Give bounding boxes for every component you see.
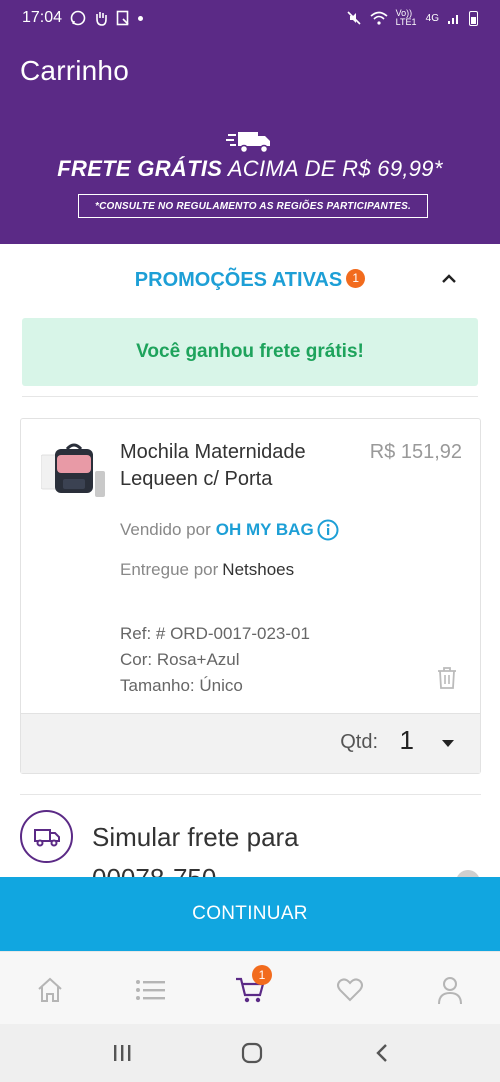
product-size: Tamanho: Único xyxy=(120,676,243,695)
hand-icon xyxy=(96,12,107,26)
divider xyxy=(20,794,481,795)
divider xyxy=(22,396,478,397)
banner-headline-rest: ACIMA DE R$ 69,99* xyxy=(227,156,443,181)
status-time: 17:04 xyxy=(22,9,63,26)
notification-dot xyxy=(138,15,144,21)
simulate-shipping-label[interactable]: Simular frete para xyxy=(92,822,299,853)
recent-apps-icon xyxy=(114,1045,131,1061)
delivered-by-name: Netshoes xyxy=(222,560,295,579)
system-navigation-bar xyxy=(0,1024,500,1082)
network-type: 4G xyxy=(425,12,439,24)
sold-by: Vendido por OH MY BAG xyxy=(120,519,339,541)
info-icon[interactable] xyxy=(317,519,339,541)
product-color: Cor: Rosa+Azul xyxy=(120,650,240,669)
dropdown-arrow-icon[interactable] xyxy=(442,740,454,747)
product-price: R$ 151,92 xyxy=(369,441,462,463)
profile-icon xyxy=(438,977,462,1005)
banner-headline: FRETE GRÁTIS ACIMA DE R$ 69,99* xyxy=(0,156,500,182)
free-shipping-banner[interactable]: FRETE GRÁTIS ACIMA DE R$ 69,99* *CONSULT… xyxy=(0,106,500,244)
cart-item-card: Mochila Maternidade Lequeen c/ Porta R$ … xyxy=(20,418,481,774)
active-promotions-label: PROMOÇÕES ATIVAS xyxy=(134,268,343,291)
product-details: Ref: # ORD-0017-023-01 Cor: Rosa+Azul Ta… xyxy=(120,621,310,699)
nav-profile[interactable] xyxy=(434,974,466,1006)
truck-icon xyxy=(33,828,60,846)
chevron-up-icon[interactable] xyxy=(440,270,458,288)
whatsapp-icon xyxy=(70,10,86,26)
banner-note: *CONSULTE NO REGULAMENTO AS REGIÕES PART… xyxy=(78,194,428,218)
active-promotions-header[interactable]: PROMOÇÕES ATIVAS 1 xyxy=(0,258,500,302)
product-image[interactable] xyxy=(41,441,107,503)
shipping-zip[interactable]: 00078-750 xyxy=(92,860,216,877)
continue-button[interactable]: CONTINUAR xyxy=(0,877,500,951)
page-title: Carrinho xyxy=(20,55,129,86)
nav-cart[interactable]: 1 xyxy=(234,965,272,1006)
free-shipping-message: Você ganhou frete grátis! xyxy=(22,318,478,386)
quantity-label: Qtd: xyxy=(340,731,378,753)
delivered-by-label: Entregue por xyxy=(120,560,219,579)
product-ref: Ref: # ORD-0017-023-01 xyxy=(120,624,310,643)
bottom-navigation: 1 xyxy=(0,951,500,1024)
battery-icon xyxy=(469,10,478,26)
sold-by-label: Vendido por xyxy=(120,520,211,539)
shipping-truck-icon-circle xyxy=(20,810,73,863)
quantity-value[interactable]: 1 xyxy=(400,725,414,756)
signal-icon xyxy=(448,15,458,24)
nav-categories[interactable] xyxy=(134,974,166,1006)
nav-home[interactable] xyxy=(34,974,66,1006)
seller-link[interactable]: OH MY BAG xyxy=(216,520,314,540)
promotions-count-badge: 1 xyxy=(346,268,366,288)
list-icon xyxy=(136,980,165,1000)
quantity-selector[interactable]: Qtd: 1 xyxy=(21,713,480,773)
banner-headline-bold: FRETE GRÁTIS xyxy=(57,156,223,181)
heart-icon xyxy=(337,978,363,1002)
home-circle-icon xyxy=(241,1042,263,1064)
screenshot-icon xyxy=(116,10,129,26)
truck-icon xyxy=(226,132,270,154)
network-label: Vo)) LTE1 xyxy=(395,8,417,27)
back-button[interactable] xyxy=(368,1040,396,1066)
status-bar: 17:04 Vo)) LTE1 4G xyxy=(0,0,500,36)
home-button[interactable] xyxy=(238,1040,266,1066)
delivered-by: Entregue por Netshoes xyxy=(120,560,294,580)
nav-favorites[interactable] xyxy=(334,974,366,1006)
back-icon xyxy=(376,1044,387,1062)
app-bar: Carrinho xyxy=(0,36,500,106)
home-icon xyxy=(38,977,62,1002)
product-name[interactable]: Mochila Maternidade Lequeen c/ Porta xyxy=(120,439,350,493)
cart-count-badge: 1 xyxy=(252,965,272,985)
mute-icon xyxy=(347,11,361,25)
trash-icon[interactable] xyxy=(436,666,458,690)
recent-apps-button[interactable] xyxy=(108,1040,136,1066)
wifi-icon xyxy=(370,11,388,25)
